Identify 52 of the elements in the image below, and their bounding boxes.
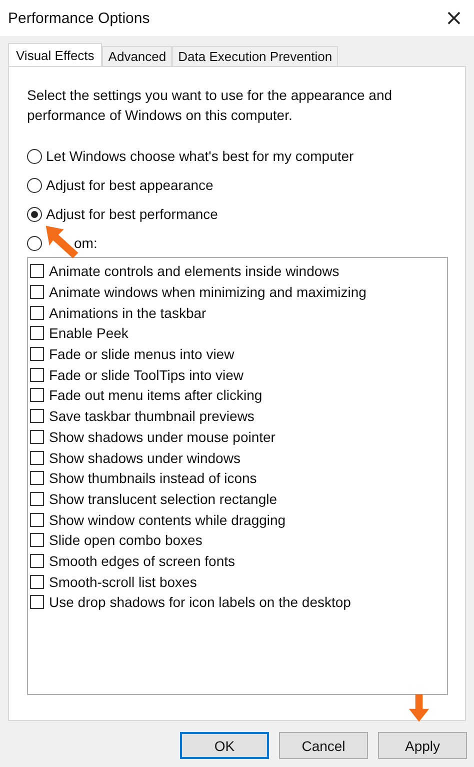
radio-button[interactable] [27,148,42,164]
tab[interactable]: Data Execution Prevention [172,46,338,66]
checkbox[interactable] [30,409,44,424]
checkbox-label[interactable]: Show shadows under windows [49,450,240,466]
radio-button[interactable] [27,178,42,192]
radio-label[interactable]: om: [74,235,98,251]
checkbox[interactable] [30,450,44,465]
radio-label[interactable]: Let Windows choose what's best for my computer [46,148,354,164]
dialog-button[interactable]: Apply [378,732,467,759]
checkbox[interactable] [30,492,44,506]
checkbox[interactable] [30,347,44,362]
checkbox[interactable] [30,388,44,402]
radio-label[interactable]: Adjust for best appearance [46,177,214,193]
checkbox[interactable] [30,471,44,486]
tab[interactable]: Advanced [102,46,172,66]
checkbox[interactable] [30,285,44,300]
radio-label[interactable]: Adjust for best performance [46,206,218,222]
checkbox-label[interactable]: Smooth-scroll list boxes [49,574,197,590]
checkbox[interactable] [30,430,44,444]
checkbox-label[interactable]: Enable Peek [49,325,128,342]
checkbox-label[interactable]: Slide open combo boxes [49,532,202,548]
checkbox-label[interactable]: Show thumbnails instead of icons [49,470,257,486]
dialog-button[interactable]: Cancel [279,732,368,759]
checkbox-label[interactable]: Fade out menu items after clicking [49,387,262,404]
tab[interactable]: Visual Effects [8,43,102,66]
checkbox[interactable] [30,264,44,278]
checkbox-label[interactable]: Save taskbar thumbnail previews [49,408,254,424]
checkbox[interactable] [30,533,44,548]
checkbox-label[interactable]: Smooth edges of screen fonts [49,552,235,569]
checkbox[interactable] [30,306,44,320]
checkbox-label[interactable]: Use drop shadows for icon labels on the desktop [49,594,351,610]
checkbox-label[interactable]: Show window contents while dragging [49,512,286,528]
checkbox-label[interactable]: Animate controls and elements inside windows [49,263,340,280]
checkbox-label[interactable]: Animate windows when minimizing and maximizing [49,284,366,300]
dialog-button[interactable]: OK [180,732,269,759]
checkbox[interactable] [30,326,44,340]
checkbox[interactable] [30,595,44,610]
checkbox-label[interactable]: Show shadows under mouse pointer [49,428,276,445]
close-button[interactable]: × [434,0,474,36]
radio-button[interactable] [27,236,42,250]
arrow-icon [408,694,430,722]
checkbox-label[interactable]: Fade or slide ToolTips into view [49,366,244,383]
checkbox-label[interactable]: Fade or slide menus into view [49,346,234,362]
checkbox-label[interactable]: Show translucent selection rectangle [49,490,278,507]
radio-button[interactable] [27,206,42,222]
checkbox[interactable] [30,574,44,589]
checkbox[interactable] [30,554,44,568]
window-title: Performance Options [8,10,150,26]
checkbox[interactable] [30,368,44,382]
checkbox-label[interactable]: Animations in the taskbar [49,304,206,321]
checkbox[interactable] [30,512,44,527]
description-text: Select the settings you want to use for the appearance and performance of Windows on this computer. [27,86,394,125]
